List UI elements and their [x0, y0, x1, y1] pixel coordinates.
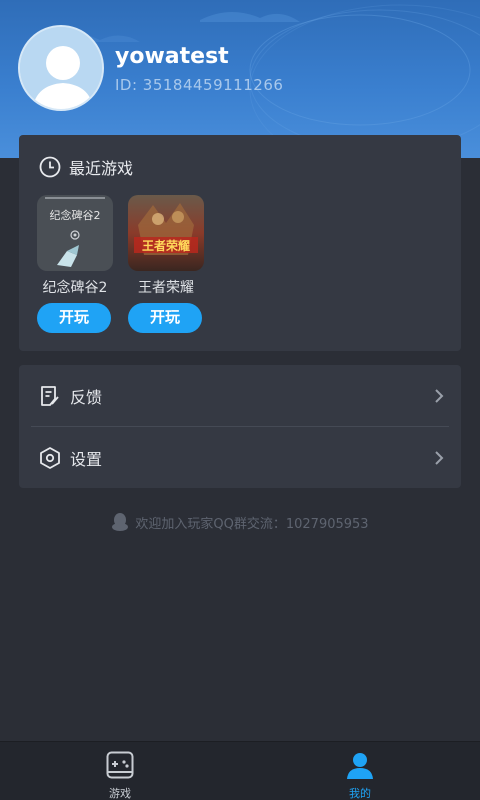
menu-item-feedback[interactable]: 反馈 [19, 365, 461, 426]
settings-menu-card: 反馈 设置 [19, 365, 461, 488]
game-thumbnail-honor-of-kings[interactable]: 王者荣耀 [128, 195, 204, 271]
user-id: ID: 35184459111266 [115, 76, 284, 94]
recent-games-header: 最近游戏 [39, 155, 133, 179]
default-avatar-icon [20, 27, 102, 109]
username: yowatest [115, 44, 229, 69]
menu-item-settings[interactable]: 设置 [19, 427, 461, 488]
recent-games-title: 最近游戏 [69, 159, 134, 178]
qq-group-text: 欢迎加入玩家QQ群交流：1027905953 [135, 516, 369, 532]
tab-mine[interactable]: 我的 [330, 750, 390, 800]
game-name: 纪念碑谷2 [42, 280, 108, 296]
qq-penguin-icon [112, 513, 129, 531]
menu-item-settings-label: 设置 [70, 449, 103, 469]
game-thumbnail-text: 王者荣耀 [142, 238, 190, 253]
gamepad-icon [106, 751, 134, 779]
game-thumbnail-text: 纪念碑谷2 [50, 208, 101, 222]
tab-games-label: 游戏 [109, 787, 131, 800]
settings-hexagon-icon [40, 446, 60, 469]
feedback-icon [41, 385, 59, 406]
recent-games-card: 最近游戏 纪念碑谷2 纪念碑谷2 开玩 王者荣耀 王者荣耀 开玩 [19, 135, 461, 351]
recent-game-item[interactable]: 王者荣耀 王者荣耀 开玩 [128, 195, 204, 333]
recent-game-item[interactable]: 纪念碑谷2 纪念碑谷2 开玩 [37, 195, 113, 333]
game-name: 王者荣耀 [138, 280, 194, 296]
user-profile-icon [347, 753, 373, 779]
menu-item-feedback-label: 反馈 [70, 387, 103, 407]
chevron-right-icon [435, 388, 444, 403]
bottom-tab-bar: 游戏 我的 [0, 741, 480, 800]
tab-mine-label: 我的 [349, 787, 371, 800]
play-button-honor-of-kings[interactable]: 开玩 [128, 303, 202, 333]
play-button-monument-valley-2[interactable]: 开玩 [37, 303, 111, 333]
clock-icon [39, 156, 61, 178]
chevron-right-icon [435, 450, 444, 465]
qq-group-note: 欢迎加入玩家QQ群交流：1027905953 [0, 512, 480, 532]
tab-games[interactable]: 游戏 [90, 750, 150, 800]
game-thumbnail-monument-valley-2[interactable]: 纪念碑谷2 [37, 195, 113, 271]
avatar[interactable] [18, 25, 104, 111]
